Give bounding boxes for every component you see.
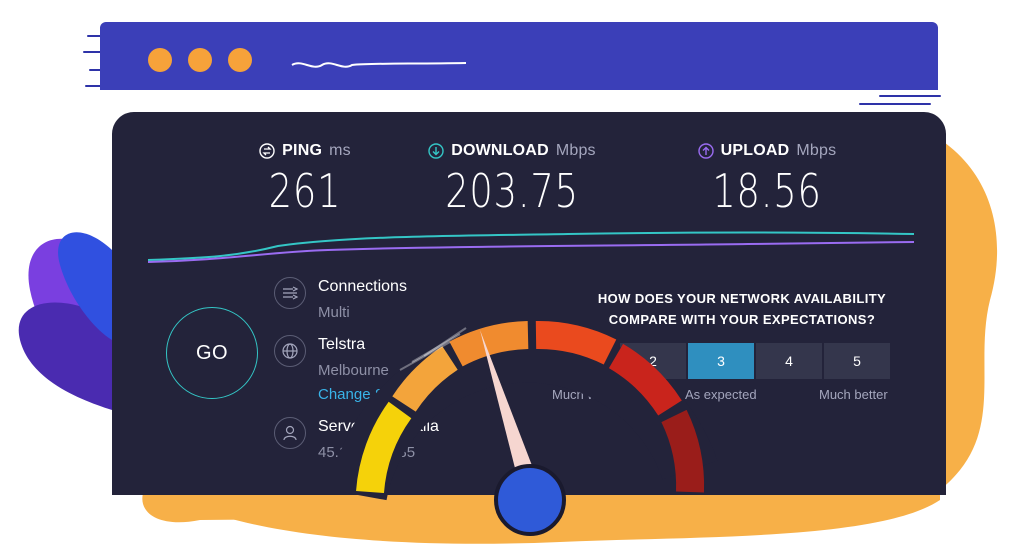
window-dot-icon <box>228 48 252 72</box>
connections-row: Connections Multi <box>274 277 407 323</box>
ping-value: 261 <box>268 164 342 218</box>
download-value: 203.75 <box>445 164 579 218</box>
globe-icon <box>274 335 306 367</box>
upload-arrow-icon <box>697 143 714 159</box>
upload-unit: Mbps <box>796 142 837 159</box>
window-dot-icon <box>188 48 212 72</box>
ping-icon <box>259 143 275 159</box>
rating-option-4[interactable]: 4 <box>756 343 822 379</box>
survey-question-line1: HOW DOES YOUR NETWORK AVAILABILITY <box>597 291 887 306</box>
download-unit: Mbps <box>555 142 596 159</box>
connections-icon <box>274 277 306 309</box>
upload-label: UPLOAD <box>720 142 790 159</box>
browser-title-bar <box>100 22 938 90</box>
rating-label-high: Much better <box>819 387 888 402</box>
go-button[interactable]: GO <box>166 307 258 399</box>
gauge-segment-dark-red <box>661 409 705 493</box>
download-label: DOWNLOAD <box>451 142 549 159</box>
throughput-graph <box>148 231 914 263</box>
connections-title: Connections <box>318 278 407 295</box>
ping-label: PING <box>282 142 323 159</box>
user-icon <box>274 417 306 449</box>
upload-metric: UPLOAD Mbps 18.56 <box>677 142 857 218</box>
upload-line <box>148 241 914 263</box>
squiggle-decoration <box>291 62 467 68</box>
download-metric: DOWNLOAD Mbps 203.75 <box>417 142 607 218</box>
window-dot-icon <box>148 48 172 72</box>
ping-unit: ms <box>329 142 351 159</box>
download-arrow-icon <box>428 143 444 159</box>
ping-metric: PING ms 261 <box>230 142 380 218</box>
speedometer-gauge <box>340 321 718 536</box>
upload-value: 18.56 <box>712 164 822 218</box>
rating-option-5[interactable]: 5 <box>824 343 890 379</box>
gauge-hub <box>494 464 566 536</box>
